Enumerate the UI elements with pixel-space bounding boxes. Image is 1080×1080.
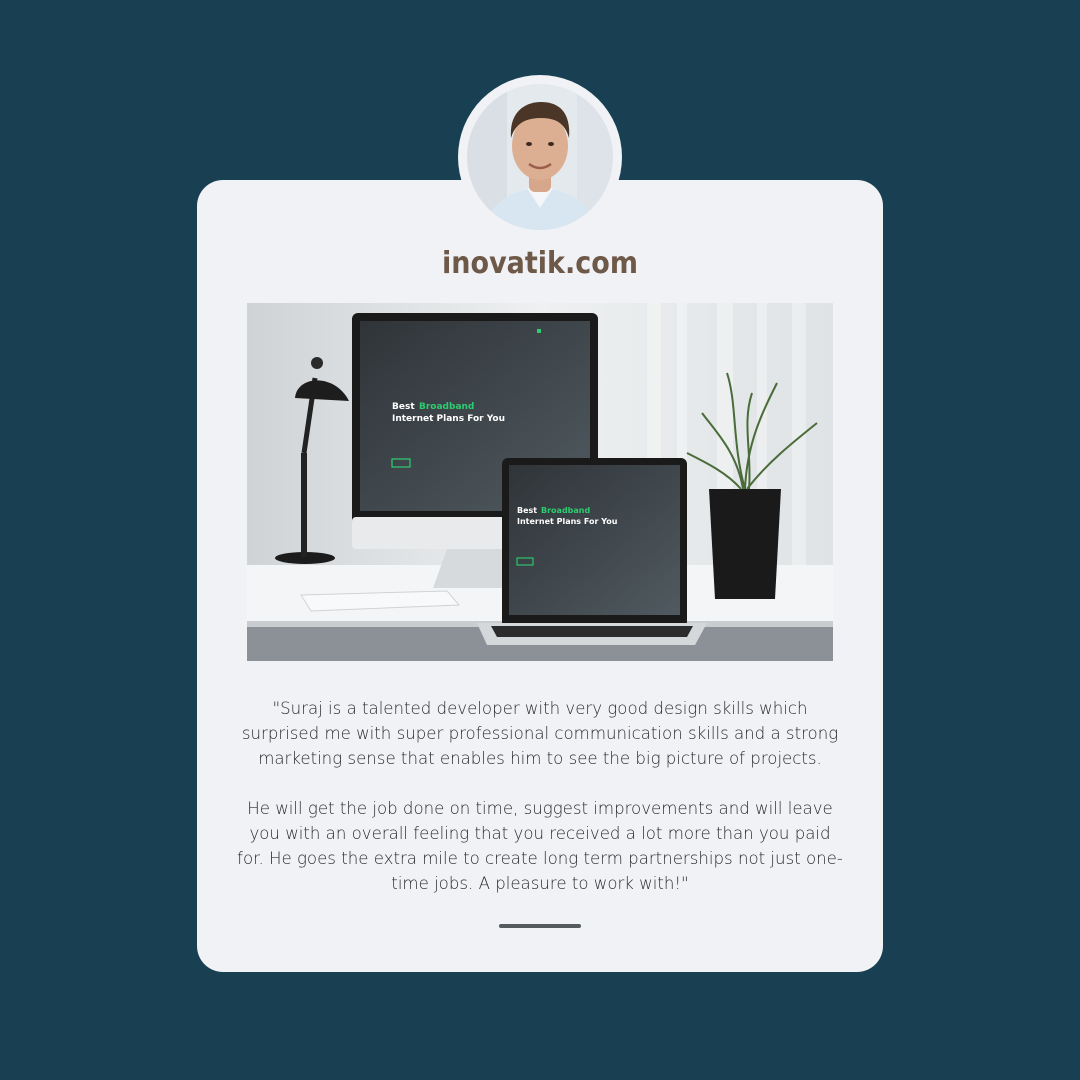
brand-title: inovatik.com xyxy=(442,246,638,281)
avatar-portrait xyxy=(467,84,613,230)
testimonial-paragraph-2: He will get the job done on time, sugges… xyxy=(237,799,843,893)
monitor-headline-1b: Broadband xyxy=(419,402,474,412)
avatar xyxy=(467,84,613,230)
monitor-headline-1a: Best xyxy=(392,402,415,412)
laptop-headline-1b: Broadband xyxy=(541,506,590,515)
laptop: Best Broadband Internet Plans For You xyxy=(477,458,707,645)
testimonial-quote: "Suraj is a talented developer with very… xyxy=(235,696,845,896)
testimonial-paragraph-1: "Suraj is a talented developer with very… xyxy=(241,699,839,768)
laptop-headline-2: Internet Plans For You xyxy=(517,517,618,526)
hero-image: Best Broadband Internet Plans For You Be… xyxy=(247,303,833,661)
laptop-headline-1a: Best xyxy=(517,506,537,515)
workspace-mockup-illustration: Best Broadband Internet Plans For You Be… xyxy=(247,303,833,661)
avatar-ring xyxy=(458,75,622,239)
monitor-headline-2: Internet Plans For You xyxy=(392,414,505,424)
divider-bar xyxy=(499,924,581,928)
